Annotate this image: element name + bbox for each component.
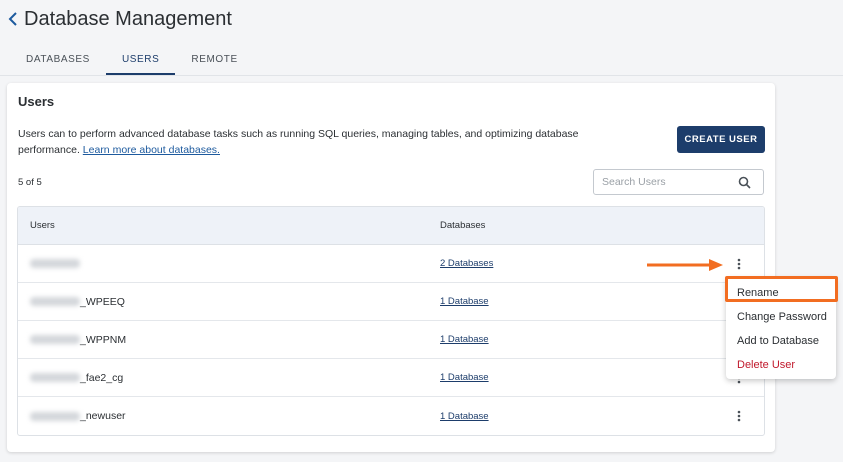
databases-link[interactable]: 1 Database	[440, 372, 489, 383]
user-name-suffix: _newuser	[80, 410, 126, 422]
menu-item-change-password[interactable]: Change Password	[726, 305, 836, 329]
column-header-databases: Databases	[440, 220, 486, 231]
search-icon[interactable]	[734, 172, 754, 192]
user-name-suffix: _fae2_cg	[80, 371, 124, 384]
tab-bar: DATABASES USERS REMOTE	[10, 46, 254, 75]
row-actions-menu: Rename Change Password Add to Database D…	[726, 277, 836, 379]
table-row: _WPPNM 1 Database	[18, 321, 764, 359]
tab-databases[interactable]: DATABASES	[10, 46, 106, 75]
user-name	[18, 259, 440, 268]
more-vertical-icon[interactable]	[730, 255, 748, 273]
create-user-button[interactable]: CREATE USER	[677, 126, 765, 153]
tabs-divider	[0, 75, 843, 76]
tab-remote[interactable]: REMOTE	[175, 46, 253, 75]
user-name-suffix: _WPPNM	[80, 333, 127, 346]
arrow-right-icon	[647, 259, 723, 271]
redacted-username	[30, 411, 80, 421]
search-box	[593, 169, 764, 195]
user-name: _fae2_cg	[18, 372, 440, 384]
learn-more-link[interactable]: Learn more about databases.	[83, 144, 220, 156]
redacted-username	[30, 259, 80, 268]
table-header: Users Databases	[18, 207, 764, 245]
table-row: _fae2_cg 1 Database	[18, 359, 764, 397]
user-name: _newuser	[18, 410, 440, 422]
search-input[interactable]	[594, 176, 734, 188]
databases-link[interactable]: 1 Database	[440, 334, 489, 345]
redacted-username	[30, 335, 80, 344]
redacted-username	[30, 297, 80, 306]
redacted-username	[30, 373, 80, 382]
tab-users[interactable]: USERS	[105, 46, 176, 75]
menu-item-add-to-database[interactable]: Add to Database	[726, 329, 836, 353]
databases-link[interactable]: 1 Database	[440, 296, 489, 307]
column-header-users: Users	[30, 220, 55, 231]
table-row: _WPEEQ 1 Database	[18, 283, 764, 321]
page-header: Database Management	[0, 0, 843, 38]
user-name: _WPPNM	[18, 334, 440, 346]
databases-link[interactable]: 1 Database	[440, 411, 489, 422]
databases-link[interactable]: 2 Databases	[440, 258, 493, 269]
card-title: Users	[18, 94, 55, 109]
menu-item-rename[interactable]: Rename	[726, 281, 836, 305]
card-description: Users can to perform advanced database t…	[18, 126, 598, 158]
chevron-left-icon[interactable]	[6, 9, 20, 29]
table-row: _newuser 1 Database	[18, 397, 764, 435]
users-table: Users Databases 2 Databases _WPEEQ 1 Dat…	[17, 206, 765, 436]
result-count: 5 of 5	[18, 177, 42, 188]
page-title: Database Management	[24, 7, 232, 30]
user-name: _WPEEQ	[18, 296, 440, 308]
menu-item-delete-user[interactable]: Delete User	[726, 353, 836, 377]
more-vertical-icon[interactable]	[730, 407, 748, 425]
user-name-suffix: _WPEEQ	[80, 295, 125, 308]
